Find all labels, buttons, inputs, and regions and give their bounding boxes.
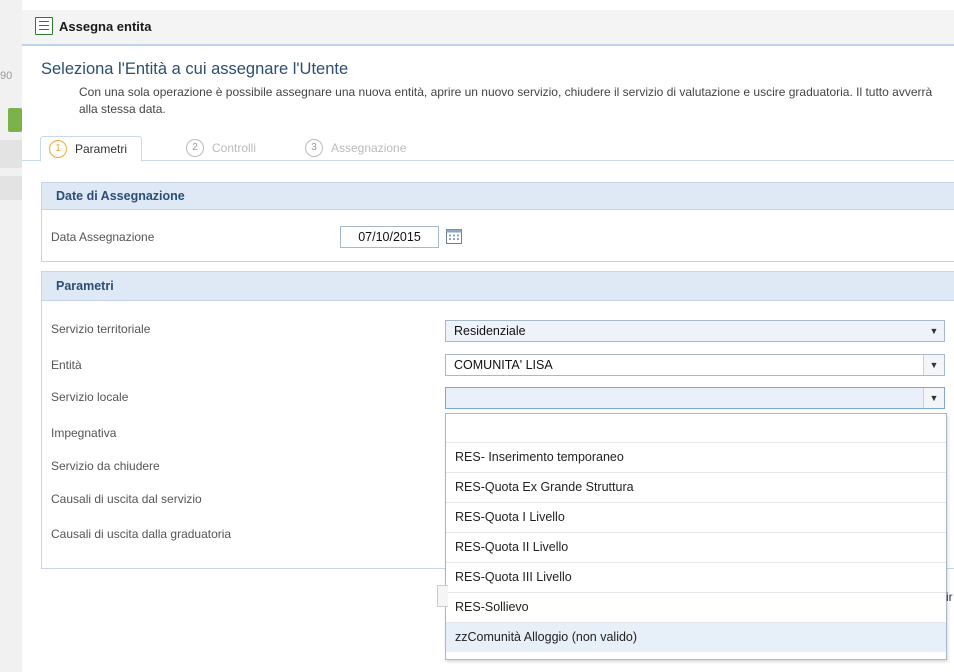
servizio-territoriale-label: Servizio territoriale <box>51 322 151 336</box>
tab-label: Assegnazione <box>331 141 407 155</box>
form-icon <box>35 17 53 35</box>
chevron-down-icon[interactable]: ▼ <box>923 355 944 375</box>
servizio-locale-dropdown-list: RES- Inserimento temporaneo RES-Quota Ex… <box>445 413 947 660</box>
parametri-panel-title: Parametri <box>42 272 954 301</box>
step-number: 3 <box>305 139 323 157</box>
entita-select[interactable]: COMUNITA' LISA ▼ <box>445 354 945 376</box>
date-label: Data Assegnazione <box>51 230 155 244</box>
dropdown-option[interactable]: RES-Quota III Livello <box>446 563 946 593</box>
background-green-button[interactable] <box>8 108 22 132</box>
background-row <box>0 140 22 168</box>
select-value: COMUNITA' LISA <box>454 358 553 372</box>
dropdown-option[interactable]: RES-Quota Ex Grande Struttura <box>446 473 946 503</box>
dialog-title: Assegna entita <box>59 19 152 34</box>
tab-controlli[interactable]: 2 Controlli <box>186 136 256 160</box>
page-title: Seleziona l'Entità a cui assegnare l'Ute… <box>41 60 349 78</box>
impegnativa-label: Impegnativa <box>51 426 117 440</box>
chevron-down-icon[interactable]: ▼ <box>923 388 944 408</box>
servizio-locale-label: Servizio locale <box>51 390 129 404</box>
dropdown-option[interactable] <box>446 414 946 443</box>
servizio-territoriale-select[interactable]: Residenziale ▼ <box>445 320 945 342</box>
dropdown-option[interactable]: zzComunità Alloggio (non valido) <box>446 623 946 652</box>
dropdown-option[interactable]: RES-Quota II Livello <box>446 533 946 563</box>
background-row <box>0 176 22 200</box>
dropdown-option[interactable]: RES-Sollievo <box>446 593 946 623</box>
servizio-locale-select[interactable]: ▼ <box>445 387 945 409</box>
date-panel-title: Date di Assegnazione <box>42 183 954 210</box>
tab-assegnazione[interactable]: 3 Assegnazione <box>305 136 406 160</box>
footer-partial-text: ir <box>946 590 953 604</box>
step-number: 1 <box>49 140 67 158</box>
dropdown-option[interactable]: RES- Inserimento temporaneo <box>446 443 946 473</box>
servizio-da-chiudere-label: Servizio da chiudere <box>51 459 160 473</box>
select-value: Residenziale <box>454 324 526 338</box>
date-panel: Date di Assegnazione <box>41 182 954 262</box>
dropdown-option[interactable]: RES-Quota I Livello <box>446 503 946 533</box>
calendar-icon[interactable] <box>446 228 462 244</box>
tab-label: Parametri <box>75 142 128 156</box>
background-partial-text: 90 <box>0 70 13 82</box>
step-number: 2 <box>186 139 204 157</box>
entita-label: Entità <box>51 358 82 372</box>
date-assegnazione-input[interactable] <box>340 226 439 248</box>
dialog-titlebar <box>22 10 954 45</box>
tab-parametri[interactable]: 1 Parametri <box>40 136 143 162</box>
tab-label: Controlli <box>212 141 257 155</box>
title-divider <box>22 44 954 46</box>
footer-button-partial[interactable] <box>437 585 448 607</box>
background-left-panel <box>0 0 23 672</box>
chevron-down-icon[interactable]: ▼ <box>924 321 944 341</box>
causali-uscita-graduatoria-label: Causali di uscita dalla graduatoria <box>51 527 232 541</box>
page-description: Con una sola operazione è possibile asse… <box>79 85 933 116</box>
wizard-tab-bar <box>22 134 954 161</box>
causali-uscita-servizio-label: Causali di uscita dal servizio <box>51 492 202 506</box>
